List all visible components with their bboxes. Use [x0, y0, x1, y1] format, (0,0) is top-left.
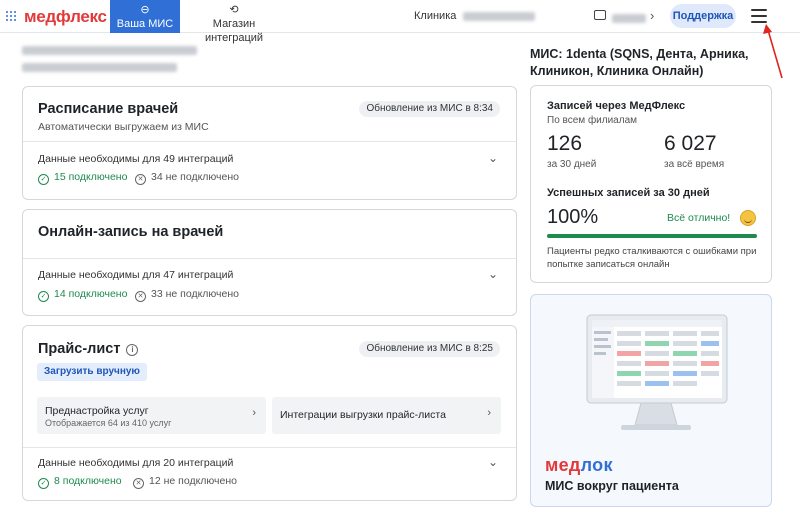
card-title: Расписание врачей — [38, 101, 179, 117]
tab-label: Ваша МИС — [116, 18, 174, 30]
brand-logo[interactable]: медфлекс — [24, 7, 107, 27]
clinic-selector[interactable]: Клиника — [414, 10, 536, 22]
schedule-card: Расписание врачей Автоматически выгружае… — [22, 86, 517, 200]
wallet-icon[interactable] — [594, 10, 606, 20]
top-bar: медфлекс ⊖ Ваша МИС ⟲ Магазин интеграций… — [0, 0, 800, 44]
online-booking-card: Онлайн-запись на врачей Данные необходим… — [22, 209, 517, 316]
monitor-illustration — [586, 314, 728, 430]
check-circle-icon: ✓ — [38, 174, 49, 185]
tab-label: Магазин интеграций — [204, 18, 264, 44]
bookings-all-time-label: за всё время — [664, 159, 725, 170]
mis-title: МИС: 1denta (SQNS, Дента, Арника, Клиник… — [530, 47, 749, 78]
divider — [23, 258, 516, 259]
check-circle-icon: ✓ — [38, 478, 49, 489]
info-icon[interactable]: i — [126, 344, 139, 356]
connected-count: ✓ 14 подключено — [38, 288, 127, 302]
chevron-right-icon: › — [487, 407, 491, 419]
store-icon: ⟲ — [229, 4, 239, 16]
smiley-emoji-icon — [740, 210, 756, 226]
x-circle-icon: ✕ — [133, 478, 144, 489]
card-subtitle: Автоматически выгружаем из МИС — [38, 121, 209, 133]
bookings-30-days-label: за 30 дней — [547, 159, 597, 170]
clinic-name-redacted — [463, 11, 536, 21]
not-connected-count: ✕ 34 не подключено — [135, 171, 239, 185]
x-circle-icon: ✕ — [135, 174, 146, 185]
connected-count: ✓ 8 подключено — [38, 475, 122, 489]
medlok-promo-banner[interactable]: медлок МИС вокруг пациента — [530, 294, 772, 507]
mis-icon: ⊖ — [140, 4, 150, 16]
bookings-30-days: 126 — [547, 132, 583, 155]
tile-title: Интеграции выгрузки прайс-листа — [280, 409, 446, 421]
not-connected-count: ✕ 33 не подключено — [135, 288, 239, 302]
bookings-stats-card: Записей через МедФлекс По всем филиалам … — [530, 85, 772, 283]
price-export-integrations-tile[interactable]: Интеграции выгрузки прайс-листа › — [272, 397, 501, 434]
success-title: Успешных записей за 30 дней — [547, 187, 710, 199]
stats-subtitle: По всем филиалам — [547, 115, 638, 126]
divider — [23, 447, 516, 448]
stats-title: Записей через МедФлекс — [547, 100, 686, 112]
update-badge: Обновление из МИС в 8:25 — [359, 341, 500, 357]
divider — [23, 141, 516, 142]
medlok-logo: медлок — [545, 455, 613, 475]
services-setup-tile[interactable]: Преднастройка услуг Отображается 64 из 4… — [37, 397, 266, 434]
apps-grid-icon[interactable] — [6, 11, 16, 21]
check-circle-icon: ✓ — [38, 291, 49, 302]
x-circle-icon: ✕ — [135, 291, 146, 302]
not-connected-count: ✕ 12 не подключено — [133, 475, 237, 489]
organization-info-redacted — [22, 46, 197, 72]
tab-integrations-store[interactable]: ⟲ Магазин интеграций — [186, 0, 282, 44]
hamburger-menu-icon[interactable] — [751, 9, 767, 23]
chevron-down-icon[interactable]: ⌄ — [488, 267, 498, 281]
chevron-right-icon[interactable]: › — [650, 8, 654, 23]
success-percent: 100% — [547, 206, 599, 228]
integrations-needed: Данные необходимы для 47 интеграций — [38, 269, 234, 281]
card-title: Прайс-лист i — [38, 341, 139, 357]
clinic-label: Клиника — [414, 10, 457, 22]
upload-manually-button[interactable]: Загрузить вручную — [37, 363, 147, 381]
promo-tagline: МИС вокруг пациента — [545, 479, 679, 493]
chevron-down-icon[interactable]: ⌄ — [488, 455, 498, 469]
tile-title: Преднастройка услуг — [45, 405, 149, 417]
support-button[interactable]: Поддержка — [670, 4, 736, 28]
stats-note: Пациенты редко сталкиваются с ошибками п… — [547, 246, 757, 270]
success-status: Всё отлично! — [667, 212, 731, 224]
connected-count: ✓ 15 подключено — [38, 171, 127, 185]
update-badge: Обновление из МИС в 8:34 — [359, 101, 500, 117]
card-title: Онлайн-запись на врачей — [38, 224, 224, 240]
account-redacted[interactable] — [612, 11, 646, 25]
tab-your-mis[interactable]: ⊖ Ваша МИС — [110, 0, 180, 33]
success-progress-bar — [547, 234, 757, 238]
integrations-needed: Данные необходимы для 20 интеграций — [38, 457, 234, 469]
tile-subtitle: Отображается 64 из 410 услуг — [45, 418, 172, 428]
chevron-right-icon: › — [252, 407, 256, 419]
integrations-needed: Данные необходимы для 49 интеграций — [38, 153, 234, 165]
bookings-all-time: 6 027 — [664, 132, 717, 155]
chevron-down-icon[interactable]: ⌄ — [488, 151, 498, 165]
